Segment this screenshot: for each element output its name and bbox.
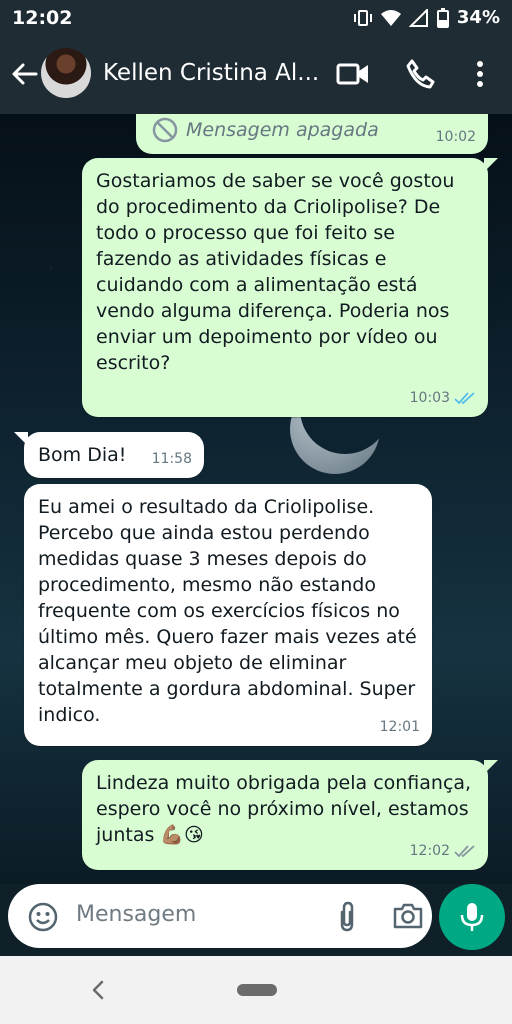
battery-percent: 34% [456, 7, 500, 28]
signal-icon [408, 8, 428, 27]
system-nav-bar [0, 956, 512, 1024]
message-incoming[interactable]: Eu amei o resultado da Criolipolise. Per… [24, 484, 432, 746]
top-bar: 12:02 34% Kellen Cristina Al... [0, 0, 512, 114]
deleted-icon [152, 117, 178, 143]
status-bar: 12:02 34% [0, 0, 512, 36]
message-time: 10:02 [435, 129, 476, 145]
vibrate-icon [353, 9, 372, 26]
message-text: Eu amei o resultado da Criolipolise. Per… [38, 496, 417, 726]
chat-messages[interactable]: Mensagem apagada 10:02 Gostariamos de sa… [0, 114, 512, 884]
message-time: 10:03 [409, 390, 450, 406]
message-text: Lindeza muito obrigada pela confiança, e… [96, 772, 472, 846]
mic-icon [460, 903, 484, 931]
nav-back-icon[interactable] [88, 978, 108, 1002]
message-meta: 10:03 [410, 385, 476, 411]
message-meta: 12:01 [380, 714, 420, 740]
back-arrow-icon[interactable] [10, 60, 38, 88]
delivered-ticks-icon [454, 845, 475, 858]
message-outgoing[interactable]: Lindeza muito obrigada pela confiança, e… [82, 760, 488, 870]
nav-home-pill[interactable] [237, 984, 277, 996]
contact-avatar[interactable] [41, 48, 91, 98]
message-input-box[interactable]: Mensagem [8, 884, 432, 948]
status-icons: 34% [353, 7, 500, 28]
voice-call-icon[interactable] [404, 58, 436, 90]
message-time: 11:58 [151, 451, 192, 467]
message-time: 12:01 [379, 719, 420, 735]
chat-header: Kellen Cristina Al... [0, 36, 512, 114]
message-meta: 12:02 [410, 838, 476, 864]
message-meta: 11:58 [152, 446, 192, 472]
camera-icon[interactable] [392, 900, 424, 932]
contact-name[interactable]: Kellen Cristina Al... [103, 60, 323, 86]
status-time: 12:02 [12, 7, 73, 29]
composer-bar: Mensagem [0, 884, 512, 956]
message-meta: 10:02 [436, 124, 476, 150]
more-options-icon[interactable] [470, 58, 490, 90]
emoji-icon[interactable] [28, 902, 58, 932]
video-call-icon[interactable] [336, 61, 370, 87]
message-outgoing[interactable]: Gostariamos de saber se você gostou do p… [82, 158, 488, 417]
wifi-icon [380, 9, 401, 26]
deleted-text: Mensagem apagada [186, 119, 379, 141]
message-input[interactable]: Mensagem [76, 902, 196, 927]
read-ticks-icon [454, 392, 475, 405]
mic-button[interactable] [439, 884, 505, 950]
message-time: 12:02 [409, 843, 450, 859]
deleted-row: Mensagem apagada [152, 117, 379, 143]
message-incoming[interactable]: Bom Dia! 11:58 [24, 432, 204, 478]
attach-icon[interactable] [334, 900, 360, 932]
battery-icon [436, 7, 449, 28]
message-deleted[interactable]: Mensagem apagada 10:02 [136, 114, 488, 154]
message-text: Gostariamos de saber se você gostou do p… [96, 170, 455, 374]
